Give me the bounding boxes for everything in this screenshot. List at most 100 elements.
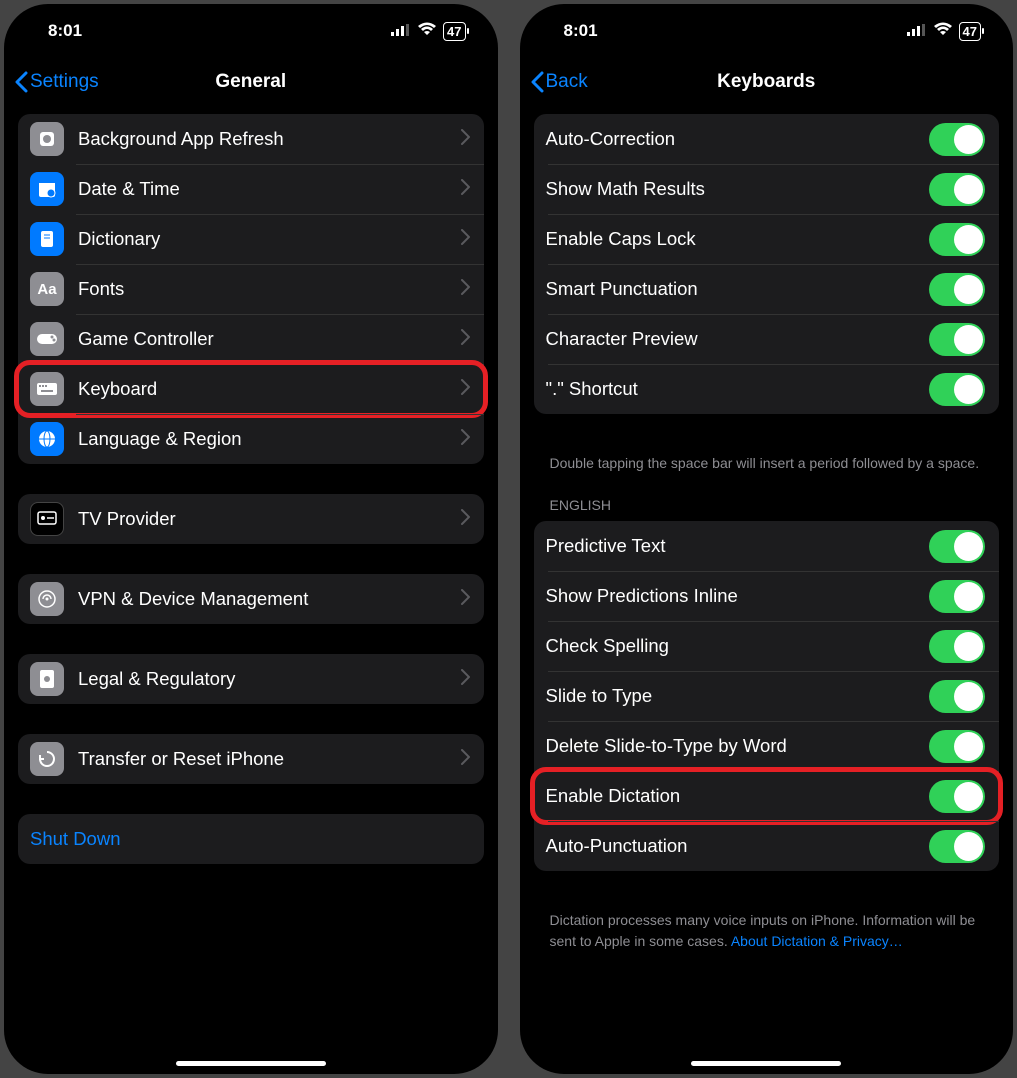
tv-provider-icon xyxy=(30,502,64,536)
row-enable-caps-lock[interactable]: Enable Caps Lock xyxy=(534,214,1000,264)
back-label: Settings xyxy=(30,71,99,93)
row-slide-to-type[interactable]: Slide to Type xyxy=(534,671,1000,721)
legal-icon xyxy=(30,662,64,696)
toggle-switch[interactable] xyxy=(929,123,985,156)
keyboard-icon xyxy=(30,372,64,406)
row-label: Auto-Punctuation xyxy=(546,835,930,857)
row-predictive-text[interactable]: Predictive Text xyxy=(534,521,1000,571)
section-header-english: English xyxy=(534,497,1000,521)
toggle-switch[interactable] xyxy=(929,830,985,863)
row-keyboard[interactable]: Keyboard xyxy=(18,364,484,414)
chevron-right-icon xyxy=(461,429,470,450)
toggle-switch[interactable] xyxy=(929,323,985,356)
chevron-right-icon xyxy=(461,129,470,150)
section-vpn: VPN & Device Management xyxy=(18,574,484,624)
nav-bar: Back Keyboards xyxy=(520,58,1014,106)
shut-down-row[interactable]: Shut Down xyxy=(18,814,484,864)
section-keyboard-options: Auto-Correction Show Math Results Enable C… xyxy=(534,114,1000,414)
chevron-left-icon xyxy=(14,71,28,93)
row-label: Smart Punctuation xyxy=(546,278,930,300)
home-indicator[interactable] xyxy=(691,1061,841,1066)
row-show-math-results[interactable]: Show Math Results xyxy=(534,164,1000,214)
content-general[interactable]: Background App Refresh Date & Time Diction… xyxy=(4,106,498,1074)
row-label: Transfer or Reset iPhone xyxy=(78,748,453,770)
chevron-right-icon xyxy=(461,329,470,350)
row-legal[interactable]: Legal & Regulatory xyxy=(18,654,484,704)
row-label: Dictionary xyxy=(78,228,453,250)
row-language-region[interactable]: Language & Region xyxy=(18,414,484,464)
chevron-right-icon xyxy=(461,179,470,200)
section-english-options: Predictive TextShow Predictions Inline Ch… xyxy=(534,521,1000,871)
toggle-switch[interactable] xyxy=(929,680,985,713)
row-character-preview[interactable]: Character Preview xyxy=(534,314,1000,364)
row-auto-correction[interactable]: Auto-Correction xyxy=(534,114,1000,164)
game-controller-icon xyxy=(30,322,64,356)
chevron-right-icon xyxy=(461,379,470,400)
row-check-spelling[interactable]: Check Spelling xyxy=(534,621,1000,671)
row-label: Background App Refresh xyxy=(78,128,453,150)
row-label: Auto-Correction xyxy=(546,128,930,150)
row-refresh-app[interactable]: Background App Refresh xyxy=(18,114,484,164)
row-label: Keyboard xyxy=(78,378,453,400)
wifi-icon xyxy=(417,21,437,41)
page-title: General xyxy=(215,71,286,93)
section-main: Background App Refresh Date & Time Diction… xyxy=(18,114,484,464)
toggle-switch[interactable] xyxy=(929,173,985,206)
row-label: Delete Slide-to-Type by Word xyxy=(546,735,930,757)
phone-general: 8:01 47 Settings General Background App … xyxy=(4,4,498,1074)
row-label: TV Provider xyxy=(78,508,453,530)
status-time: 8:01 xyxy=(48,21,82,41)
row-vpn[interactable]: VPN & Device Management xyxy=(18,574,484,624)
toggle-switch[interactable] xyxy=(929,223,985,256)
row-label: Game Controller xyxy=(78,328,453,350)
footer-shortcut: Double tapping the space bar will insert… xyxy=(534,444,1000,497)
row-fonts[interactable]: AaFonts xyxy=(18,264,484,314)
row-label: Check Spelling xyxy=(546,635,930,657)
toggle-switch[interactable] xyxy=(929,530,985,563)
row-game-controller[interactable]: Game Controller xyxy=(18,314,484,364)
toggle-switch[interactable] xyxy=(929,273,985,306)
reset-icon xyxy=(30,742,64,776)
row-label: Show Math Results xyxy=(546,178,930,200)
refresh-app-icon xyxy=(30,122,64,156)
row-reset[interactable]: Transfer or Reset iPhone xyxy=(18,734,484,784)
about-dictation-link[interactable]: About Dictation & Privacy… xyxy=(731,933,903,949)
back-button[interactable]: Settings xyxy=(14,71,99,93)
row--shortcut[interactable]: "." Shortcut xyxy=(534,364,1000,414)
row-label: Enable Caps Lock xyxy=(546,228,930,250)
status-bar: 8:01 47 xyxy=(520,4,1014,58)
status-bar: 8:01 47 xyxy=(4,4,498,58)
page-title: Keyboards xyxy=(717,71,815,93)
row-enable-dictation[interactable]: Enable Dictation xyxy=(534,771,1000,821)
row-auto-punctuation[interactable]: Auto-Punctuation xyxy=(534,821,1000,871)
row-delete-slide-to-type-by-word[interactable]: Delete Slide-to-Type by Word xyxy=(534,721,1000,771)
language-region-icon xyxy=(30,422,64,456)
content-keyboards[interactable]: Auto-Correction Show Math Results Enable C… xyxy=(520,106,1014,1074)
signal-icon xyxy=(907,21,927,41)
row-smart-punctuation[interactable]: Smart Punctuation xyxy=(534,264,1000,314)
home-indicator[interactable] xyxy=(176,1061,326,1066)
back-button[interactable]: Back xyxy=(530,71,588,93)
row-date-time[interactable]: Date & Time xyxy=(18,164,484,214)
toggle-switch[interactable] xyxy=(929,630,985,663)
row-label: Character Preview xyxy=(546,328,930,350)
chevron-left-icon xyxy=(530,71,544,93)
row-label: Enable Dictation xyxy=(546,785,930,807)
row-label: "." Shortcut xyxy=(546,378,930,400)
row-label: Language & Region xyxy=(78,428,453,450)
row-tv-provider[interactable]: TV Provider xyxy=(18,494,484,544)
toggle-switch[interactable] xyxy=(929,730,985,763)
section-shutdown: Shut Down xyxy=(18,814,484,864)
battery-icon: 47 xyxy=(959,22,981,41)
status-right: 47 xyxy=(907,21,981,41)
shut-down-label: Shut Down xyxy=(30,828,470,850)
chevron-right-icon xyxy=(461,749,470,770)
footer-dictation: Dictation processes many voice inputs on… xyxy=(534,901,1000,975)
row-show-predictions-inline[interactable]: Show Predictions Inline xyxy=(534,571,1000,621)
toggle-switch[interactable] xyxy=(929,780,985,813)
toggle-switch[interactable] xyxy=(929,373,985,406)
toggle-switch[interactable] xyxy=(929,580,985,613)
chevron-right-icon xyxy=(461,669,470,690)
row-dictionary[interactable]: Dictionary xyxy=(18,214,484,264)
chevron-right-icon xyxy=(461,589,470,610)
